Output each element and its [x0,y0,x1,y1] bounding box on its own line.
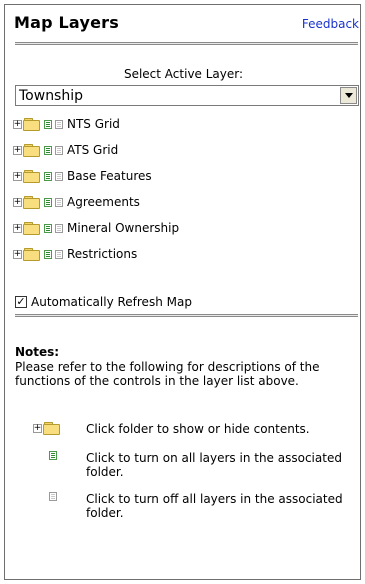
layers-on-icon[interactable] [44,197,52,207]
auto-refresh-label: Automatically Refresh Map [31,295,192,309]
expand-icon[interactable]: + [13,171,22,181]
legend-item: Click to turn off all layers in the asso… [33,492,346,520]
expand-icon[interactable]: + [13,145,22,155]
layers-on-icon[interactable] [44,119,52,129]
folder-icon [43,422,60,435]
layer-folder-row: + ATS Grid [13,137,179,163]
layers-off-icon[interactable] [55,171,63,181]
layer-tree: + NTS Grid + ATS Grid + Base Features + … [13,111,179,267]
select-active-layer-label: Select Active Layer: [123,67,244,81]
layers-off-icon[interactable] [55,197,63,207]
layer-folder-row: + Base Features [13,163,179,189]
panel-title: Map Layers [14,13,119,32]
layer-folder-label: NTS Grid [67,117,120,131]
panel-header: Map Layers Feedback [14,13,360,41]
plus-icon: + [33,423,42,433]
layers-on-icon [49,451,57,460]
layer-folder-label: Restrictions [67,247,138,261]
layers-off-icon[interactable] [55,145,63,155]
notes-title: Notes: [15,345,60,359]
expand-icon[interactable]: + [13,249,22,259]
layers-off-icon[interactable] [55,223,63,233]
auto-refresh-option[interactable]: ✓ Automatically Refresh Map [15,295,192,309]
expand-icon[interactable]: + [13,197,22,207]
layers-on-icon[interactable] [44,223,52,233]
auto-refresh-checkbox[interactable]: ✓ [15,296,27,308]
layers-off-icon [49,492,57,501]
legend-item: + Click folder to show or hide contents. [33,422,346,436]
legend-text: Click to turn off all layers in the asso… [86,492,343,520]
active-layer-value: Township [19,88,84,104]
legend-text: Click to turn on all layers in the assoc… [86,451,342,479]
active-layer-select[interactable]: Township [15,85,359,106]
map-layers-panel: Map Layers Feedback Select Active Layer:… [4,4,361,580]
layers-on-icon[interactable] [44,249,52,259]
layers-off-icon[interactable] [55,119,63,129]
layer-folder-label: Base Features [67,169,152,183]
folder-icon[interactable] [23,169,40,183]
layer-folder-row: + Restrictions [13,241,179,267]
layer-folder-row: + Mineral Ownership [13,215,179,241]
feedback-link[interactable]: Feedback [302,17,359,31]
header-divider [15,42,358,45]
layer-folder-label: Mineral Ownership [67,221,180,235]
layers-off-icon[interactable] [55,249,63,259]
legend-text: Click folder to show or hide contents. [86,422,310,436]
dropdown-button[interactable] [340,87,357,104]
notes-divider [15,314,358,317]
folder-icon[interactable] [23,143,40,157]
layers-on-icon[interactable] [44,171,52,181]
layer-folder-row: + NTS Grid [13,111,179,137]
expand-icon[interactable]: + [13,223,22,233]
layer-folder-label: ATS Grid [67,143,119,157]
layer-folder-label: Agreements [67,195,140,209]
expand-icon[interactable]: + [13,119,22,129]
folder-icon[interactable] [23,195,40,209]
folder-icon[interactable] [23,117,40,131]
folder-icon[interactable] [23,221,40,235]
layers-on-icon[interactable] [44,145,52,155]
layer-folder-row: + Agreements [13,189,179,215]
chevron-down-icon [344,93,353,98]
folder-icon[interactable] [23,247,40,261]
legend-item: Click to turn on all layers in the assoc… [33,451,346,479]
notes-text: Please refer to the following for descri… [15,360,320,388]
